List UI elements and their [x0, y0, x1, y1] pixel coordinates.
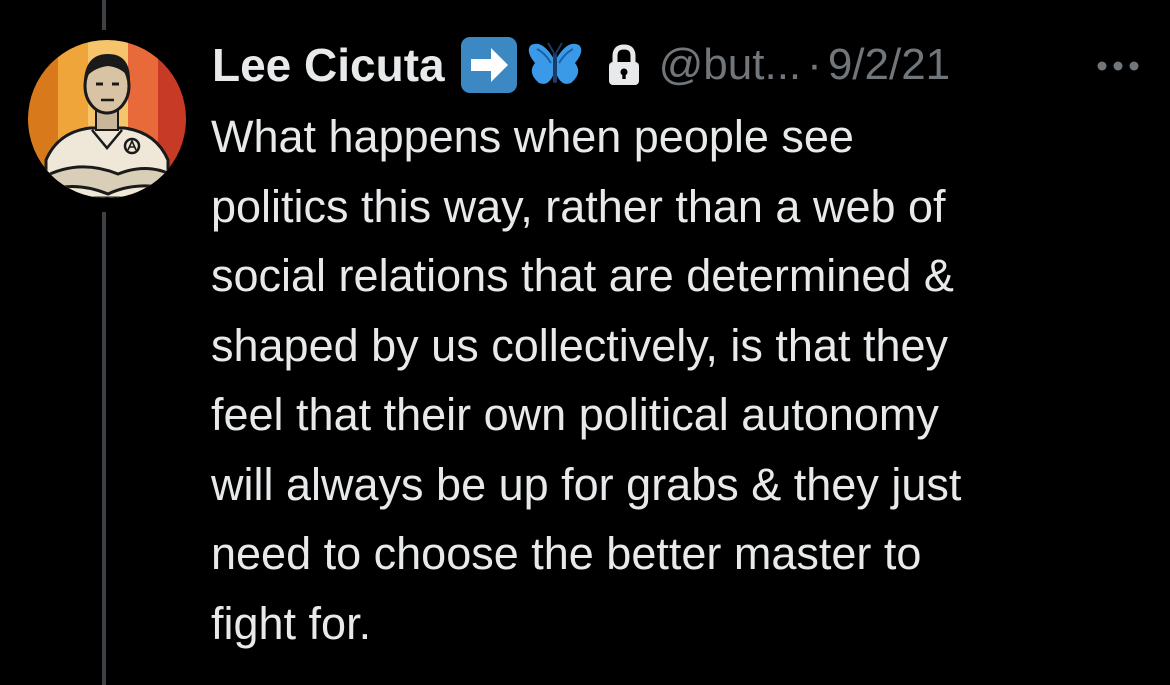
tweet-text: What happens when people see politics th…: [211, 111, 962, 649]
display-name[interactable]: Lee Cicuta: [212, 38, 445, 92]
avatar-illustration: [28, 40, 186, 198]
tweet-header: Lee Cicuta @but... · 9/2/21: [212, 36, 1152, 94]
separator-dot: ·: [807, 40, 822, 89]
thread-line-bottom: [102, 212, 106, 685]
lock-icon: [605, 43, 643, 87]
more-horizontal-icon[interactable]: [1096, 60, 1140, 72]
author-handle[interactable]: @but...: [659, 40, 802, 90]
tweet-date[interactable]: 9/2/21: [828, 40, 950, 90]
butterfly-emoji-icon: [527, 39, 583, 91]
thread-line-top: [102, 0, 106, 30]
right-arrow-emoji-icon: [459, 35, 519, 95]
avatar[interactable]: [28, 40, 186, 198]
